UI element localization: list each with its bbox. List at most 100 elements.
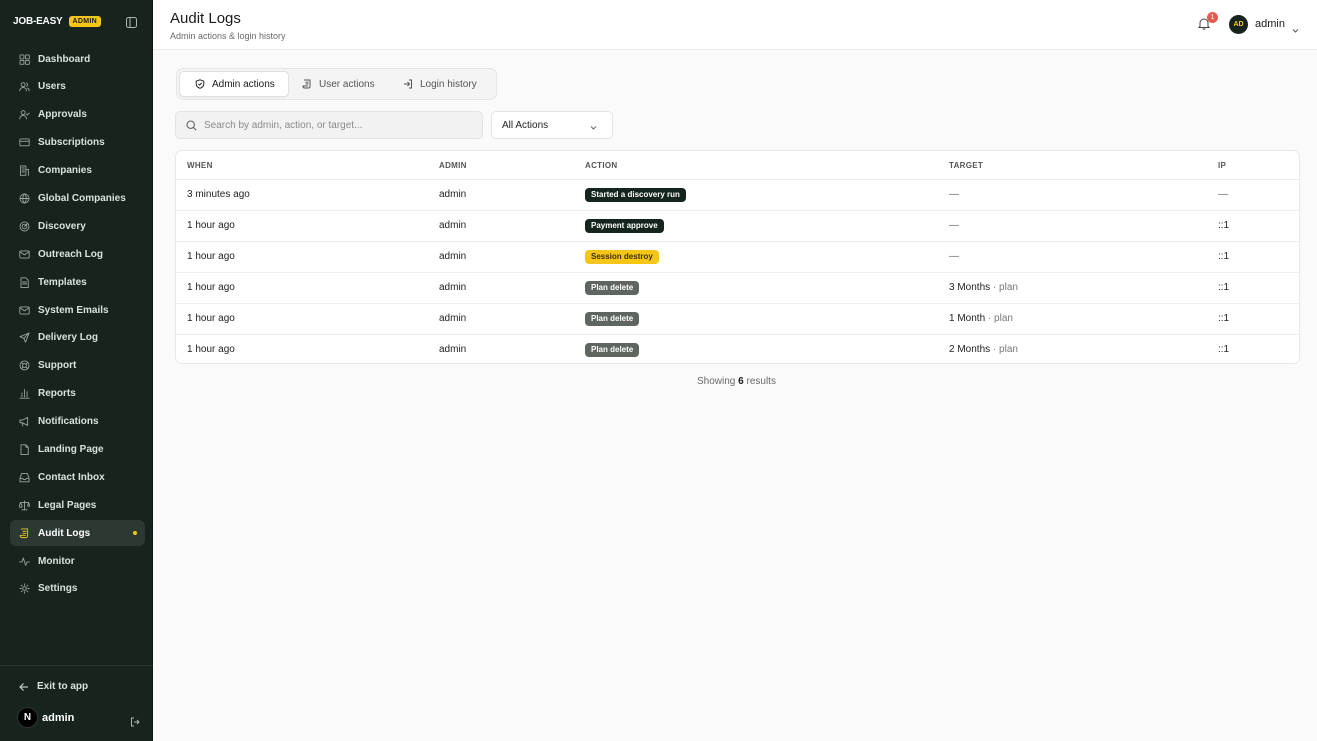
action-badge: Payment approve bbox=[585, 219, 664, 233]
sidebar-username: admin bbox=[42, 711, 75, 724]
sidebar-item-label: Templates bbox=[38, 276, 87, 288]
sidebar-item-contact-inbox[interactable]: Contact Inbox bbox=[10, 464, 145, 490]
user-check-icon bbox=[19, 109, 30, 120]
sidebar-item-settings[interactable]: Settings bbox=[10, 576, 145, 602]
target-type: · plan bbox=[992, 344, 1018, 355]
sidebar-item-outreach-log[interactable]: Outreach Log bbox=[10, 241, 145, 267]
search-input[interactable] bbox=[204, 119, 464, 131]
sidebar-item-companies[interactable]: Companies bbox=[10, 158, 145, 184]
sidebar-item-delivery-log[interactable]: Delivery Log bbox=[10, 325, 145, 351]
action-badge: Session destroy bbox=[585, 250, 659, 264]
scale-icon bbox=[19, 500, 30, 511]
bar-chart-icon bbox=[19, 388, 30, 399]
sidebar-item-label: Legal Pages bbox=[38, 499, 97, 511]
sidebar-item-discovery[interactable]: Discovery bbox=[10, 213, 145, 239]
notification-badge: 1 bbox=[1207, 12, 1218, 23]
avatar: N bbox=[17, 707, 38, 728]
credit-card-icon bbox=[19, 137, 30, 148]
globe-icon bbox=[19, 193, 30, 204]
audit-log-table: WHEN ADMIN ACTION TARGET IP 3 minutes ag… bbox=[175, 150, 1300, 364]
active-indicator-dot bbox=[133, 531, 137, 536]
target-name: — bbox=[949, 189, 959, 200]
target-type: · plan bbox=[987, 313, 1013, 324]
activity-icon bbox=[19, 556, 30, 567]
table-header: WHEN ADMIN ACTION TARGET IP bbox=[176, 151, 1299, 180]
sidebar: JOB-EASY ADMIN Dashboard Users Approvals Su… bbox=[0, 0, 153, 741]
sidebar-nav: Dashboard Users Approvals Subscriptions Comp… bbox=[10, 46, 145, 604]
sidebar-item-global-companies[interactable]: Global Companies bbox=[10, 185, 145, 211]
tab-admin-actions[interactable]: Admin actions bbox=[179, 71, 289, 97]
cell-ip: — bbox=[1218, 189, 1228, 200]
search-box[interactable] bbox=[175, 111, 483, 139]
action-badge: Plan delete bbox=[585, 312, 640, 326]
gear-icon bbox=[19, 583, 30, 595]
sidebar-item-label: System Emails bbox=[38, 304, 109, 316]
sidebar-item-notifications[interactable]: Notifications bbox=[10, 409, 145, 435]
header-username[interactable]: admin bbox=[1255, 18, 1285, 30]
tab-label: User actions bbox=[319, 78, 375, 90]
exit-to-app-link[interactable]: Exit to app bbox=[19, 681, 88, 692]
arrow-left-icon bbox=[19, 682, 29, 692]
column-header-target: TARGET bbox=[949, 161, 984, 170]
cell-target: 1 Month · plan bbox=[949, 313, 1013, 324]
admin-badge: ADMIN bbox=[68, 15, 101, 27]
chevron-down-icon[interactable] bbox=[1292, 21, 1299, 33]
results-number: 6 bbox=[738, 376, 744, 387]
users-icon bbox=[19, 81, 30, 92]
target-name: — bbox=[949, 220, 959, 231]
mail-icon bbox=[19, 305, 30, 316]
sidebar-item-monitor[interactable]: Monitor bbox=[10, 548, 145, 574]
sidebar-item-label: Reports bbox=[38, 388, 76, 400]
table-row[interactable]: 1 hour ago admin Plan delete 1 Month · plan… bbox=[176, 304, 1299, 335]
shield-icon bbox=[195, 79, 205, 89]
tab-user-actions[interactable]: User actions bbox=[302, 71, 392, 97]
cell-admin: admin bbox=[439, 189, 467, 200]
table-row[interactable]: 1 hour ago admin Plan delete 2 Months · pla… bbox=[176, 335, 1299, 363]
cell-admin: admin bbox=[439, 282, 467, 293]
action-badge: Started a discovery run bbox=[585, 188, 686, 202]
column-header-ip: IP bbox=[1218, 161, 1227, 170]
table-row[interactable]: 3 minutes ago admin Started a discovery ru… bbox=[176, 180, 1299, 211]
sidebar-collapse-icon[interactable] bbox=[126, 15, 137, 28]
sidebar-user[interactable]: N admin bbox=[17, 707, 74, 728]
sidebar-item-label: Monitor bbox=[38, 555, 75, 567]
sidebar-item-support[interactable]: Support bbox=[10, 353, 145, 379]
sidebar-item-templates[interactable]: Templates bbox=[10, 269, 145, 295]
sidebar-item-subscriptions[interactable]: Subscriptions bbox=[10, 130, 145, 156]
page-subtitle: Admin actions & login history bbox=[170, 31, 286, 41]
cell-admin: admin bbox=[439, 251, 467, 262]
brand-logo[interactable]: JOB-EASY ADMIN bbox=[13, 14, 101, 28]
sidebar-item-legal-pages[interactable]: Legal Pages bbox=[10, 492, 145, 518]
scroll-icon bbox=[302, 79, 312, 89]
sidebar-item-label: Outreach Log bbox=[38, 248, 104, 260]
tab-login-history[interactable]: Login history bbox=[403, 71, 495, 97]
sidebar-item-system-emails[interactable]: System Emails bbox=[10, 297, 145, 323]
sidebar-item-reports[interactable]: Reports bbox=[10, 381, 145, 407]
sidebar-item-approvals[interactable]: Approvals bbox=[10, 102, 145, 128]
sidebar-item-audit-logs[interactable]: Audit Logs bbox=[10, 520, 145, 547]
table-row[interactable]: 1 hour ago admin Payment approve — ::1 bbox=[176, 211, 1299, 242]
cell-target: — bbox=[949, 189, 959, 200]
table-row[interactable]: 1 hour ago admin Session destroy — ::1 bbox=[176, 242, 1299, 273]
avatar[interactable]: AD bbox=[1229, 15, 1248, 34]
tab-label: Login history bbox=[420, 78, 477, 90]
sidebar-item-label: Notifications bbox=[38, 416, 99, 428]
target-name: — bbox=[949, 251, 959, 262]
table-row[interactable]: 1 hour ago admin Plan delete 3 Months · pla… bbox=[176, 273, 1299, 304]
sidebar-item-label: Companies bbox=[38, 165, 92, 177]
sidebar-item-landing-page[interactable]: Landing Page bbox=[10, 436, 145, 462]
sidebar-item-label: Delivery Log bbox=[38, 332, 99, 344]
lifebuoy-icon bbox=[19, 360, 30, 371]
tab-label: Admin actions bbox=[212, 78, 275, 90]
file-icon bbox=[19, 444, 30, 455]
target-type: · plan bbox=[992, 282, 1018, 293]
sidebar-item-dashboard[interactable]: Dashboard bbox=[10, 46, 145, 72]
sidebar-item-users[interactable]: Users bbox=[10, 74, 145, 100]
target-name: 2 Months bbox=[949, 344, 991, 355]
action-badge: Plan delete bbox=[585, 281, 640, 295]
logout-icon[interactable] bbox=[130, 714, 140, 727]
cell-admin: admin bbox=[439, 220, 467, 231]
action-filter-select[interactable]: All Actions bbox=[491, 111, 613, 139]
top-header: Audit Logs Admin actions & login history… bbox=[153, 0, 1317, 50]
cell-when: 1 hour ago bbox=[187, 282, 235, 293]
